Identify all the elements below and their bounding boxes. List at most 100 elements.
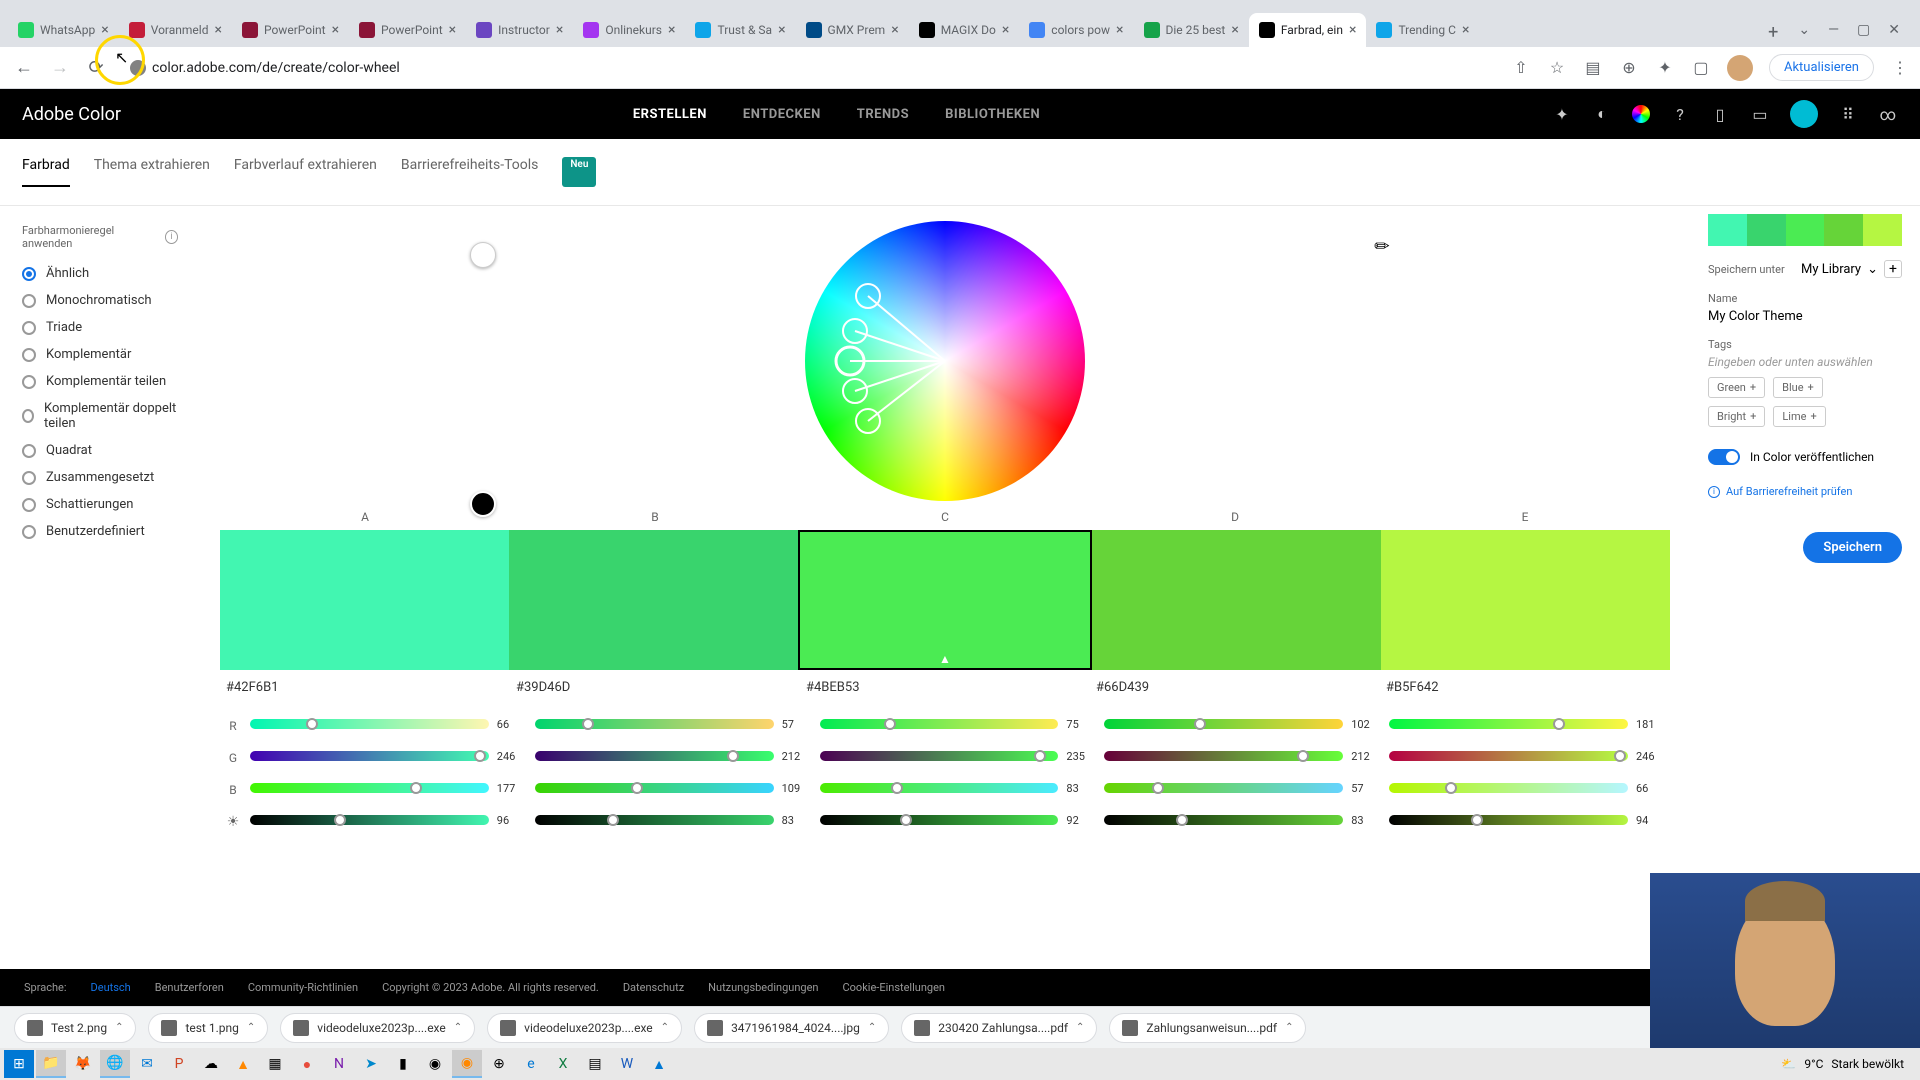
color-swatch[interactable] xyxy=(1381,530,1670,670)
app-icon[interactable]: ▲ xyxy=(644,1050,674,1078)
slider-value[interactable]: 83 xyxy=(782,814,812,827)
new-tab-button[interactable]: + xyxy=(1760,18,1786,47)
l-slider[interactable] xyxy=(250,815,489,825)
add-library-button[interactable]: + xyxy=(1884,260,1902,278)
browser-tab[interactable]: Voranmeld× xyxy=(119,13,232,47)
tags-input[interactable]: Eingeben oder unten auswählen xyxy=(1708,355,1902,369)
r-slider[interactable] xyxy=(535,719,774,729)
g-slider[interactable] xyxy=(535,751,774,761)
harmony-rule[interactable]: Komplementär doppelt teilen xyxy=(22,401,178,431)
slider-value[interactable]: 96 xyxy=(497,814,527,827)
start-button[interactable]: ⊞ xyxy=(4,1050,34,1078)
outlook-icon[interactable]: ✉ xyxy=(132,1050,162,1078)
back-button[interactable]: ← xyxy=(10,54,38,82)
chevron-icon[interactable]: ⌃ xyxy=(247,1022,255,1033)
close-icon[interactable]: × xyxy=(1116,22,1123,38)
browser-tab[interactable]: Onlinekurs× xyxy=(573,13,685,47)
white-swatch[interactable] xyxy=(470,242,496,268)
hex-value[interactable]: #42F6B1 xyxy=(220,680,510,695)
slider-value[interactable]: 246 xyxy=(1636,750,1666,763)
l-slider[interactable] xyxy=(1104,815,1343,825)
tag-chip[interactable]: Green + xyxy=(1708,377,1765,398)
r-slider[interactable] xyxy=(1104,719,1343,729)
download-item[interactable]: videodeluxe2023p....exe⌃ xyxy=(487,1013,682,1043)
harmony-rule[interactable]: Quadrat xyxy=(22,443,178,458)
download-item[interactable]: videodeluxe2023p....exe⌃ xyxy=(280,1013,475,1043)
chrome-icon[interactable]: 🌐 xyxy=(100,1050,130,1078)
logo[interactable]: Adobe Color xyxy=(22,104,121,125)
close-icon[interactable]: × xyxy=(1002,22,1009,38)
powerpoint-icon[interactable]: P xyxy=(164,1050,194,1078)
telegram-icon[interactable]: ➤ xyxy=(356,1050,386,1078)
eyedropper-icon[interactable]: ✎ xyxy=(1370,234,1396,260)
close-icon[interactable]: × xyxy=(668,22,675,38)
slider-value[interactable]: 102 xyxy=(1351,718,1381,731)
footer-link[interactable]: Community-Richtlinien xyxy=(248,981,358,994)
menu-icon[interactable]: ⋮ xyxy=(1890,58,1910,78)
harmony-rule[interactable]: Schattierungen xyxy=(22,497,178,512)
lang-select[interactable]: Deutsch xyxy=(91,981,131,994)
g-slider[interactable] xyxy=(1389,751,1628,761)
l-slider[interactable] xyxy=(535,815,774,825)
color-icon[interactable] xyxy=(1632,105,1650,123)
chevron-icon[interactable]: ⌃ xyxy=(868,1022,876,1033)
app-icon[interactable]: ▦ xyxy=(260,1050,290,1078)
explorer-icon[interactable]: 📁 xyxy=(36,1050,66,1078)
browser-tab[interactable]: PowerPoint× xyxy=(232,13,349,47)
color-wheel[interactable]: ✎ xyxy=(220,216,1670,506)
excel-icon[interactable]: X xyxy=(548,1050,578,1078)
nav-item[interactable]: ENTDECKEN xyxy=(743,107,821,122)
browser-tab[interactable]: Die 25 best× xyxy=(1134,13,1249,47)
b-slider[interactable] xyxy=(535,783,774,793)
slider-value[interactable]: 83 xyxy=(1066,782,1096,795)
close-icon[interactable]: × xyxy=(332,22,339,38)
apps-icon[interactable]: ⠿ xyxy=(1838,104,1858,124)
tag-chip[interactable]: Lime + xyxy=(1773,406,1825,427)
download-item[interactable]: test 1.png⌃ xyxy=(148,1013,268,1043)
color-swatch[interactable] xyxy=(509,530,798,670)
harmony-rule[interactable]: Komplementär teilen xyxy=(22,374,178,389)
edge-icon[interactable]: e xyxy=(516,1050,546,1078)
browser-tab[interactable]: Trust & Sa× xyxy=(685,13,795,47)
help-icon[interactable]: ? xyxy=(1670,104,1690,124)
nav-item[interactable]: BIBLIOTHEKEN xyxy=(945,107,1040,122)
vlc-icon[interactable]: ▲ xyxy=(228,1050,258,1078)
color-swatch[interactable] xyxy=(798,530,1091,670)
sub-tab[interactable]: Thema extrahieren xyxy=(94,157,210,187)
close-icon[interactable]: × xyxy=(1462,22,1469,38)
browser-tab[interactable]: Farbrad, ein× xyxy=(1249,13,1367,47)
window-maximize[interactable]: ▢ xyxy=(1857,22,1870,38)
slider-value[interactable]: 57 xyxy=(782,718,812,731)
browser-tab[interactable]: Instructor× xyxy=(466,13,573,47)
chevron-icon[interactable]: ⌃ xyxy=(661,1022,669,1033)
footer-link[interactable]: Datenschutz xyxy=(623,981,684,994)
cc-icon[interactable]: ∞ xyxy=(1878,104,1898,124)
color-swatch[interactable] xyxy=(220,530,509,670)
slider-value[interactable]: 246 xyxy=(497,750,527,763)
close-icon[interactable]: × xyxy=(1349,22,1356,38)
slider-value[interactable]: 66 xyxy=(497,718,527,731)
library-select[interactable]: My Library⌄ + xyxy=(1801,260,1902,278)
app-icon[interactable]: ▮ xyxy=(388,1050,418,1078)
url-input[interactable]: color.adobe.com/de/create/color-wheel xyxy=(118,56,1503,80)
slider-value[interactable]: 75 xyxy=(1066,718,1096,731)
close-icon[interactable]: × xyxy=(556,22,563,38)
close-icon[interactable]: × xyxy=(891,22,898,38)
tag-chip[interactable]: Bright + xyxy=(1708,406,1765,427)
app-icon[interactable]: ⊕ xyxy=(484,1050,514,1078)
chevron-icon[interactable]: ⌃ xyxy=(1076,1022,1084,1033)
hex-value[interactable]: #39D46D xyxy=(510,680,800,695)
window-close[interactable]: ✕ xyxy=(1888,22,1900,38)
slider-value[interactable]: 181 xyxy=(1636,718,1666,731)
download-item[interactable]: 3471961984_4024....jpg⌃ xyxy=(694,1013,889,1043)
b-slider[interactable] xyxy=(1389,783,1628,793)
account-icon[interactable]: ▢ xyxy=(1691,58,1711,78)
r-slider[interactable] xyxy=(250,719,489,729)
window-minimize[interactable]: — xyxy=(1828,22,1839,38)
harmony-rule[interactable]: Zusammengesetzt xyxy=(22,470,178,485)
close-icon[interactable]: × xyxy=(449,22,456,38)
browser-tab[interactable]: PowerPoint× xyxy=(349,13,466,47)
share-icon[interactable]: ⇧ xyxy=(1511,58,1531,78)
footer-link[interactable]: Cookie-Einstellungen xyxy=(842,981,945,994)
star-icon[interactable]: ✦ xyxy=(1552,104,1572,124)
